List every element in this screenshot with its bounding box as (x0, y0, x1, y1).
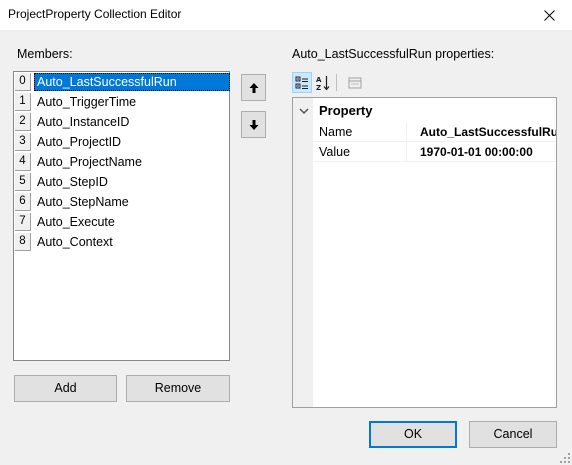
sort-alphabetical-icon: A Z (316, 75, 330, 91)
move-up-button[interactable] (241, 74, 266, 101)
category-row[interactable]: Property (293, 101, 556, 121)
property-name: Name (313, 122, 407, 142)
member-name: Auto_StepID (37, 175, 108, 189)
property-name: Value (313, 142, 407, 162)
arrow-up-icon (249, 82, 258, 93)
grid-row-value[interactable]: Value 1970-01-01 00:00:00 (293, 142, 556, 162)
property-grid[interactable]: Property Name Auto_LastSuccessfulRun Val… (292, 97, 557, 408)
list-item[interactable]: 7 Auto_Execute (14, 212, 229, 232)
categorized-button[interactable] (292, 72, 312, 93)
resize-grip-icon[interactable] (560, 453, 570, 463)
chevron-down-icon[interactable] (299, 106, 309, 116)
remove-button[interactable]: Remove (126, 375, 230, 402)
categorized-icon (295, 76, 308, 89)
grid-row-name[interactable]: Name Auto_LastSuccessfulRun (293, 122, 556, 142)
arrow-down-icon (249, 119, 258, 130)
svg-text:A: A (316, 76, 322, 84)
members-list[interactable]: 0 Auto_LastSuccessfulRun 1 Auto_TriggerT… (13, 71, 230, 361)
close-icon (543, 9, 555, 21)
member-index: 0 (15, 73, 31, 91)
list-item[interactable]: 6 Auto_StepName (14, 192, 229, 212)
property-pages-button[interactable] (345, 72, 365, 93)
collection-editor-window: ProjectProperty Collection Editor Member… (0, 0, 572, 465)
category-label: Property (319, 103, 373, 118)
member-index: 5 (15, 173, 31, 191)
list-item[interactable]: 1 Auto_TriggerTime (14, 92, 229, 112)
list-item[interactable]: 4 Auto_ProjectName (14, 152, 229, 172)
property-value[interactable]: Auto_LastSuccessfulRun (407, 122, 556, 142)
cancel-button[interactable]: Cancel (469, 421, 557, 448)
window-title: ProjectProperty Collection Editor (8, 7, 182, 21)
member-index: 3 (15, 133, 31, 151)
member-name: Auto_ProjectName (37, 155, 142, 169)
list-item[interactable]: 3 Auto_ProjectID (14, 132, 229, 152)
member-name: Auto_Execute (37, 215, 115, 229)
toolbar-separator (336, 74, 337, 91)
member-index: 7 (15, 213, 31, 231)
properties-label: Auto_LastSuccessfulRun properties: (292, 47, 495, 61)
member-name: Auto_LastSuccessfulRun (34, 73, 230, 91)
alphabetical-button[interactable]: A Z (313, 72, 333, 93)
list-item[interactable]: 2 Auto_InstanceID (14, 112, 229, 132)
member-index: 8 (15, 233, 31, 251)
member-index: 6 (15, 193, 31, 211)
member-name: Auto_StepName (37, 195, 129, 209)
property-grid-toolbar: A Z (292, 72, 372, 94)
member-index: 4 (15, 153, 31, 171)
list-item[interactable]: 0 Auto_LastSuccessfulRun (14, 72, 230, 92)
close-button[interactable] (526, 0, 572, 30)
property-value[interactable]: 1970-01-01 00:00:00 (407, 142, 556, 162)
list-item[interactable]: 8 Auto_Context (14, 232, 229, 252)
member-index: 1 (15, 93, 31, 111)
title-bar: ProjectProperty Collection Editor (0, 0, 572, 30)
member-name: Auto_TriggerTime (37, 95, 137, 109)
list-item[interactable]: 5 Auto_StepID (14, 172, 229, 192)
member-name: Auto_InstanceID (37, 115, 130, 129)
member-index: 2 (15, 113, 31, 131)
ok-button[interactable]: OK (369, 421, 457, 448)
member-name: Auto_ProjectID (37, 135, 122, 149)
members-label: Members: (17, 47, 73, 61)
svg-text:Z: Z (316, 84, 321, 91)
member-name: Auto_Context (37, 235, 113, 249)
property-pages-icon (348, 77, 362, 88)
add-button[interactable]: Add (14, 375, 117, 402)
move-down-button[interactable] (241, 111, 266, 138)
